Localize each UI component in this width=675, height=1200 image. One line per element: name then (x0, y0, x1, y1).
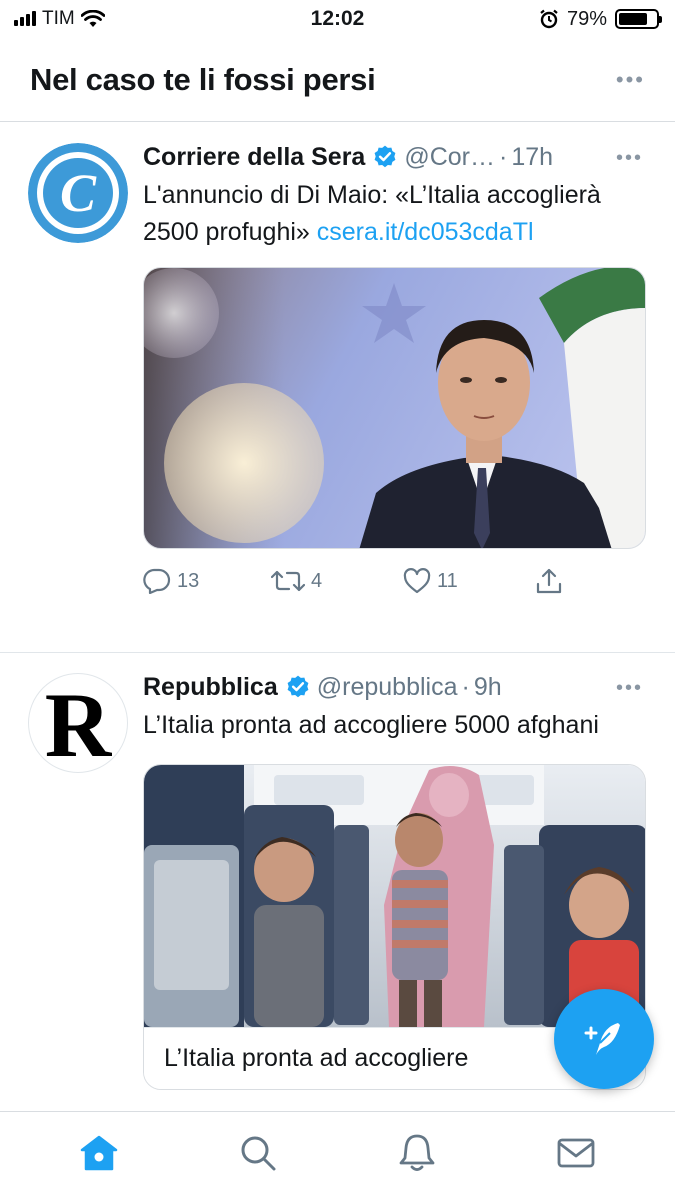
tweet-more-icon[interactable]: ••• (616, 147, 643, 170)
author-name[interactable]: Repubblica (143, 673, 278, 702)
reply-button[interactable]: 13 (143, 568, 271, 594)
repubblica-logo-letter: R (44, 674, 112, 773)
tweet-more-icon[interactable]: ••• (616, 677, 643, 700)
retweet-count: 4 (311, 569, 323, 592)
photo-minister-icon (144, 268, 645, 548)
status-left: TIM (14, 8, 214, 30)
svg-text:C: C (60, 163, 97, 223)
avatar[interactable]: R (28, 673, 128, 773)
tweet-link[interactable]: csera.it/dc053cdaTl (317, 218, 534, 246)
compose-tweet-button[interactable] (554, 989, 654, 1089)
tab-notifications[interactable] (377, 1123, 457, 1183)
retweet-button[interactable]: 4 (271, 568, 403, 594)
like-button[interactable]: 11 (403, 568, 535, 594)
author-handle[interactable]: @Cor… (404, 143, 495, 172)
battery-icon (615, 9, 662, 29)
tweet-time: 17h (511, 142, 554, 171)
tab-bar (0, 1111, 675, 1200)
separator-dot: · (461, 672, 470, 701)
share-icon (536, 568, 562, 594)
signal-icon (14, 11, 36, 26)
page-title: Nel caso te li fossi persi (30, 61, 376, 97)
tab-search[interactable] (218, 1123, 298, 1183)
feed[interactable]: C Corriere della Sera @Cor… · 17h ••• L'… (0, 123, 675, 1111)
alarm-icon (540, 9, 558, 29)
more-horizontal-icon[interactable]: ••• (616, 68, 645, 91)
tweet[interactable]: C Corriere della Sera @Cor… · 17h ••• L'… (0, 123, 675, 653)
tab-home[interactable] (59, 1123, 139, 1183)
separator-dot: · (499, 142, 508, 171)
battery-percent: 79% (566, 7, 607, 30)
tab-messages[interactable] (536, 1123, 616, 1183)
heart-icon (403, 568, 431, 594)
status-right: 79% (539, 7, 662, 31)
author-handle[interactable]: @repubblica (317, 673, 458, 702)
reply-count: 13 (177, 569, 200, 592)
tweet-media[interactable] (143, 267, 646, 549)
status-bar: TIM 12:02 79% (0, 0, 675, 38)
tweet-body: Corriere della Sera @Cor… · 17h ••• L'an… (143, 139, 647, 595)
compose-tweet-icon (584, 1023, 620, 1055)
tweet-header: Repubblica @repubblica · 9h (143, 669, 647, 705)
tweet-text: L’Italia pronta ad accogliere 5000 afgha… (143, 707, 647, 744)
verified-icon (372, 144, 398, 170)
home-icon (81, 1135, 118, 1171)
verified-icon (285, 674, 311, 700)
notifications-icon (399, 1134, 435, 1171)
corriere-logo-icon: C (28, 143, 128, 243)
like-count: 11 (437, 569, 458, 592)
retweet-icon (271, 570, 305, 592)
photo-airplane-cabin-icon (144, 765, 645, 1027)
tweet-text-content: L’Italia pronta ad accogliere 5000 afgha… (143, 711, 599, 739)
messages-icon (557, 1138, 595, 1168)
share-button[interactable] (535, 567, 563, 595)
wifi-icon (80, 10, 105, 27)
header: Nel caso te li fossi persi ••• (0, 38, 675, 122)
author-name[interactable]: Corriere della Sera (143, 143, 365, 172)
tweet-time: 9h (473, 672, 502, 701)
avatar[interactable]: C (28, 143, 128, 243)
tweet-actions: 13 4 11 (143, 567, 647, 595)
carrier-label: TIM (42, 8, 75, 29)
reply-icon (143, 568, 171, 594)
search-icon (241, 1136, 276, 1171)
tweet-header: Corriere della Sera @Cor… · 17h (143, 139, 647, 175)
tweet-text: L'annuncio di Di Maio: «L’Italia accogli… (143, 177, 647, 251)
